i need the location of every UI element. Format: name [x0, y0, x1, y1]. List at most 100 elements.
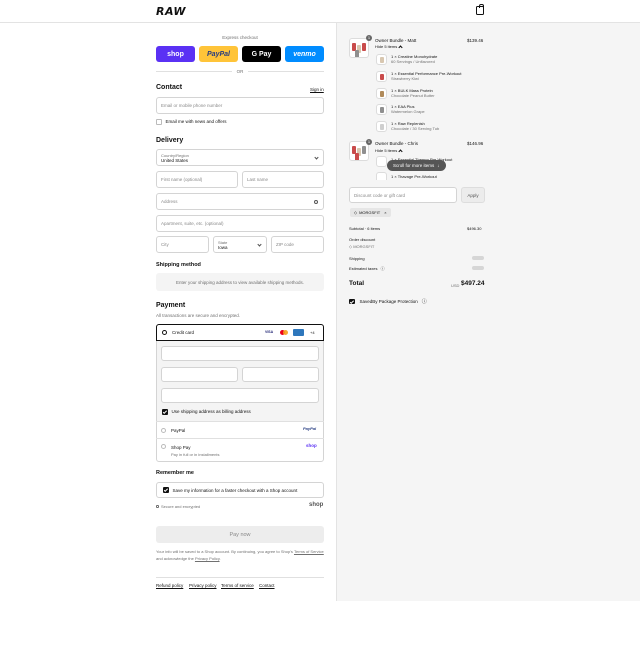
- city-input[interactable]: City: [156, 236, 209, 253]
- shop-pay-button[interactable]: shop: [156, 46, 195, 62]
- legal-text: Your info will be saved to a Shop accoun…: [156, 548, 324, 562]
- address-placeholder: Address: [161, 199, 178, 204]
- info-icon[interactable]: ⓘ: [381, 266, 385, 271]
- remember-me-heading: Remember me: [156, 470, 194, 476]
- item-variant: 60 Servings / Unflavored: [391, 59, 435, 64]
- info-icon[interactable]: ⓘ: [422, 298, 427, 305]
- payment-heading: Payment: [156, 302, 186, 309]
- sign-in-link[interactable]: Sign in: [310, 87, 324, 92]
- contact-link[interactable]: Contact: [259, 583, 275, 588]
- more-cards-badge: +4: [310, 330, 315, 335]
- legal-period: .: [219, 556, 221, 561]
- billing-same-checkbox[interactable]: [162, 409, 168, 415]
- footer-divider: [156, 577, 324, 578]
- shop-pay-option[interactable]: Shop Pay Pay in full or in installments …: [156, 438, 324, 462]
- shop-pay-logo: shop: [306, 443, 317, 448]
- package-protection-row[interactable]: SavedBy Package Protection ⓘ: [349, 298, 427, 305]
- news-checkbox-row[interactable]: Email me with news and offers: [156, 119, 226, 125]
- apartment-input[interactable]: Apartment, suite, etc. (optional): [156, 215, 324, 232]
- chevron-up-icon: [398, 45, 403, 50]
- remove-tag-icon[interactable]: ×: [384, 210, 386, 215]
- item-image: [376, 104, 387, 115]
- security-code-input[interactable]: [242, 367, 319, 382]
- address-input[interactable]: Address: [156, 193, 324, 210]
- shipping-placeholder: [472, 256, 484, 260]
- paypal-button[interactable]: PayPal: [199, 46, 238, 62]
- shop-privacy-link[interactable]: Privacy Policy: [195, 556, 220, 561]
- shipping-label: Shipping: [349, 256, 365, 261]
- shopping-bag-icon[interactable]: [476, 4, 484, 15]
- paypal-radio[interactable]: [161, 427, 166, 433]
- item-variant: Watermelon Grape: [391, 109, 425, 114]
- total-value: $497.24: [461, 280, 485, 287]
- discount-code-input[interactable]: Discount code or gift card: [349, 187, 457, 203]
- credit-card-option[interactable]: Credit card VISA +4: [156, 324, 324, 341]
- news-checkbox[interactable]: [156, 119, 162, 125]
- shop-pay-radio[interactable]: [161, 444, 166, 449]
- arrow-down-icon: ↓: [437, 163, 440, 168]
- paypal-option[interactable]: PayPal PayPal: [156, 421, 324, 438]
- legal-line: Your info will be saved to a Shop accoun…: [156, 549, 293, 554]
- pay-now-button[interactable]: Pay now: [156, 526, 324, 543]
- package-protection-checkbox[interactable]: [349, 298, 355, 305]
- save-info-checkbox[interactable]: [163, 487, 169, 493]
- bundle-name: Owner Bundle - Matt: [375, 38, 417, 43]
- hide-items-toggle[interactable]: Hide 5 items: [375, 44, 403, 50]
- credit-card-radio[interactable]: [162, 330, 167, 335]
- credit-card-label: Credit card: [172, 330, 195, 335]
- bundle-price: $139.46: [467, 38, 484, 43]
- discount-tag: ◇ MORGSFIT ×: [350, 208, 391, 217]
- item-image: [376, 71, 387, 82]
- item-image: [376, 156, 387, 167]
- paypal-option-label: PayPal: [171, 427, 186, 433]
- state-select[interactable]: State Iowa: [213, 236, 267, 253]
- google-pay-button[interactable]: G Pay: [242, 46, 281, 62]
- venmo-button[interactable]: venmo: [285, 46, 324, 62]
- scroll-more-pill[interactable]: Scroll for more items ↓: [387, 160, 446, 171]
- mastercard-icon: [280, 330, 288, 335]
- secure-row: Secure and encrypted: [156, 504, 200, 509]
- scroll-more-label: Scroll for more items: [393, 163, 435, 168]
- order-discount-label: Order discount: [349, 237, 376, 242]
- tag-icon: ◇: [354, 210, 358, 215]
- country-select[interactable]: Country/Region United States: [156, 149, 324, 166]
- item-title: 1 × Thavage Pre-Workout: [391, 174, 437, 179]
- email-input[interactable]: Email or mobile phone number: [156, 97, 324, 114]
- total-label: Total: [349, 280, 365, 287]
- search-icon: [314, 200, 318, 204]
- quantity-badge: 1: [366, 139, 372, 145]
- item-variant: Chocolate / 30 Serving Tub: [391, 126, 440, 131]
- save-info-row[interactable]: Save my information for a faster checkou…: [156, 482, 324, 498]
- shipping-method-notice: Enter your shipping address to view avai…: [156, 273, 324, 291]
- expiration-input[interactable]: [161, 367, 238, 382]
- name-on-card-input[interactable]: [161, 388, 319, 403]
- terms-of-service-link[interactable]: Terms of service: [221, 583, 254, 588]
- contact-heading: Contact: [156, 84, 183, 91]
- divider: [248, 71, 324, 72]
- apply-discount-button[interactable]: Apply: [461, 187, 485, 203]
- amex-icon: [293, 329, 304, 336]
- bundle-name: Owner Bundle - Chris: [375, 141, 419, 146]
- quantity-badge: 1: [366, 35, 372, 41]
- item-variant: Strawberry Kiwi: [391, 76, 419, 81]
- order-discount-code: ◇ MORGSFIT: [349, 244, 374, 249]
- first-name-input[interactable]: First name (optional): [156, 171, 238, 188]
- currency-label: USD: [451, 283, 460, 288]
- last-name-input[interactable]: Last name: [242, 171, 324, 188]
- item-image: [376, 88, 387, 99]
- taxes-row-label: Estimated taxes ⓘ: [349, 266, 385, 272]
- card-number-input[interactable]: [161, 346, 319, 361]
- refund-policy-link[interactable]: Refund policy: [156, 583, 183, 588]
- zip-input[interactable]: ZIP code: [271, 236, 324, 253]
- shop-pay-option-subtitle: Pay in full or in installments: [171, 452, 220, 457]
- shop-terms-link[interactable]: Terms of Service: [294, 549, 324, 554]
- item-image: [376, 54, 387, 65]
- paypal-logo: PayPal: [303, 426, 317, 431]
- hide-items-toggle[interactable]: Hide 5 items: [375, 148, 403, 154]
- billing-same-label: Use shipping address as billing address: [171, 409, 251, 415]
- delivery-heading: Delivery: [156, 137, 184, 144]
- brand-logo[interactable]: RAW: [156, 5, 186, 18]
- privacy-policy-link[interactable]: Privacy policy: [189, 583, 217, 588]
- shop-logo: shop: [309, 502, 324, 508]
- billing-same-row[interactable]: Use shipping address as billing address: [162, 409, 251, 415]
